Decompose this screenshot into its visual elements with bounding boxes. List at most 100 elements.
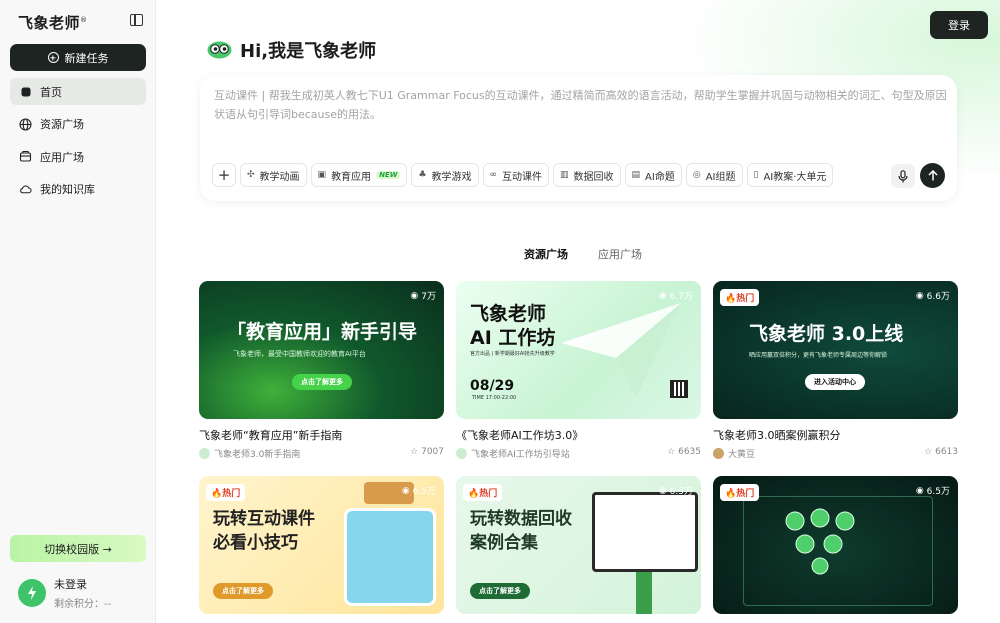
tool-teaching-game[interactable]: ♣ 教学游戏 bbox=[411, 163, 479, 187]
tool-label: 教学动画 bbox=[259, 171, 300, 183]
tool-label: 教育应用 bbox=[331, 171, 372, 183]
view-count: ◉ 6.5万 bbox=[658, 485, 693, 498]
star-icon[interactable]: ☆ bbox=[410, 447, 418, 457]
eye-icon: ◉ bbox=[658, 290, 667, 301]
tool-ai-compose[interactable]: ◎ AI组题 bbox=[685, 163, 743, 187]
sidebar-item-apps[interactable]: 应用广场 bbox=[10, 143, 146, 170]
animation-icon: ✣ bbox=[247, 170, 255, 180]
greeting: Hi,我是飞象老师 bbox=[207, 37, 376, 63]
resource-card[interactable]: 🔥热门 ◉ 6.5万 玩转互动课件 必看小技巧 点击了解更多 bbox=[199, 476, 444, 614]
view-count: ◉ 6.5万 bbox=[401, 485, 436, 498]
chart-icon: ▥ bbox=[560, 170, 569, 180]
switch-campus-button[interactable]: 切换校园版 → bbox=[10, 535, 146, 562]
sidebar-collapse-icon[interactable] bbox=[130, 14, 143, 26]
card-thumbnail: 🔥热门 ◉ 6.5万 玩转数据回收 案例合集 点击了解更多 bbox=[456, 476, 701, 614]
card-thumbnail: ◉ 7万 「教育应用」新手引导 飞象老师，最受中国教师欢迎的教育AI平台 点击了解… bbox=[199, 281, 444, 419]
thumb-illustration bbox=[592, 492, 698, 572]
tool-teaching-animation[interactable]: ✣ 教学动画 bbox=[240, 163, 307, 187]
prompt-box[interactable]: 互动课件 | 帮我生成初英人教七下U1 Grammar Focus的互动课件，通… bbox=[200, 75, 957, 201]
hot-badge: 🔥热门 bbox=[720, 289, 760, 306]
mascot-icon bbox=[207, 39, 232, 62]
hot-badge: 🔥热门 bbox=[206, 484, 246, 501]
star-icon[interactable]: ☆ bbox=[667, 447, 675, 457]
thumb-title: 飞象老师 bbox=[470, 303, 547, 325]
eye-icon: ◉ bbox=[915, 485, 924, 496]
card-meta: 大黄豆 ☆ 6613 bbox=[713, 447, 958, 460]
sidebar-item-home[interactable]: 首页 bbox=[10, 78, 146, 105]
star-icon[interactable]: ☆ bbox=[924, 447, 932, 457]
card-thumbnail: 🔥热门 ◉ 6.6万 飞象老师 3.0上线 晒应用赢双倍积分，更有飞象老师专属周边… bbox=[713, 281, 958, 419]
sidebar-nav: 首页 资源广场 应用广场 我的知识库 bbox=[10, 78, 146, 208]
thumb-title-2: AI 工作坊 bbox=[470, 327, 556, 349]
resource-card[interactable]: ◉ 6.7万 飞象老师 AI 工作坊 官方出品 | 新学期最好AI抢先升级教学 0… bbox=[456, 281, 701, 460]
prompt-input[interactable]: 互动课件 | 帮我生成初英人教七下U1 Grammar Focus的互动课件，通… bbox=[214, 86, 954, 124]
card-title: 飞象老师“教育应用”新手指南 bbox=[199, 429, 343, 442]
star-count: 6635 bbox=[678, 447, 701, 457]
view-count: ◉ 6.6万 bbox=[915, 290, 950, 303]
send-button[interactable] bbox=[920, 163, 945, 188]
qr-code-icon bbox=[670, 380, 688, 398]
card-author: 飞象老师AI工作坊引导站 bbox=[471, 450, 570, 460]
add-attachment-button[interactable]: + bbox=[212, 163, 236, 187]
tool-bar: + ✣ 教学动画 ▣ 教育应用 NEW ♣ 教学游戏 ∞ 互动课件 ▥ 数据回收 bbox=[212, 163, 834, 187]
eye-icon: ◉ bbox=[915, 290, 924, 301]
view-count: ◉ 6.7万 bbox=[658, 290, 693, 303]
paper-plane-icon bbox=[561, 303, 681, 398]
tool-ai-question[interactable]: ▤ AI命题 bbox=[624, 163, 682, 187]
compose-icon: ◎ bbox=[692, 170, 701, 180]
cloud-icon bbox=[19, 183, 32, 196]
new-task-button[interactable]: 新建任务 bbox=[10, 44, 146, 71]
author-avatar bbox=[199, 448, 210, 459]
card-thumbnail: ◉ 6.7万 飞象老师 AI 工作坊 官方出品 | 新学期最好AI抢先升级教学 0… bbox=[456, 281, 701, 419]
tool-data-collection[interactable]: ▥ 数据回收 bbox=[553, 163, 621, 187]
login-button[interactable]: 登录 bbox=[930, 11, 988, 39]
tab-apps[interactable]: 应用广场 bbox=[598, 246, 642, 262]
hot-badge: 🔥热门 bbox=[463, 484, 503, 501]
game-icon: ♣ bbox=[418, 170, 427, 180]
card-meta: 飞象老师AI工作坊引导站 ☆ 6635 bbox=[456, 447, 701, 460]
thumb-illustration bbox=[344, 508, 436, 606]
resource-card[interactable]: 🔥热门 ◉ 6.5万 bbox=[713, 476, 958, 614]
thumb-subtitle: 晒应用赢双倍积分，更有飞象老师专属周边等你解锁 bbox=[749, 352, 888, 359]
arrow-up-icon bbox=[927, 170, 938, 181]
tool-ai-lesson-plan[interactable]: ▯ AI教案·大单元 bbox=[746, 163, 834, 187]
globe-icon bbox=[19, 117, 32, 131]
main-content: 登录 Hi,我是飞象老师 互动课件 | 帮我生成初英人教七下U1 Grammar… bbox=[157, 0, 1000, 623]
sidebar-item-knowledge[interactable]: 我的知识库 bbox=[10, 176, 146, 203]
resource-card[interactable]: 🔥热门 ◉ 6.6万 飞象老师 3.0上线 晒应用赢双倍积分，更有飞象老师专属周边… bbox=[713, 281, 958, 460]
resource-card[interactable]: ◉ 7万 「教育应用」新手引导 飞象老师，最受中国教师欢迎的教育AI平台 点击了解… bbox=[199, 281, 444, 460]
brand-registered-mark: ® bbox=[80, 16, 88, 24]
thumb-time: TIME 17:00-22:00 bbox=[472, 395, 517, 401]
card-author: 飞象老师3.0新手指南 bbox=[214, 450, 301, 460]
fire-icon: 🔥 bbox=[468, 489, 480, 499]
thumb-button: 进入活动中心 bbox=[805, 374, 865, 390]
thumb-subtitle: 官方出品 | 新学期最好AI抢先升级教学 bbox=[470, 351, 555, 357]
tab-resources[interactable]: 资源广场 bbox=[524, 246, 568, 262]
thumb-button: 点击了解更多 bbox=[213, 583, 273, 599]
thumb-button: 点击了解更多 bbox=[292, 374, 352, 390]
view-count: ◉ 7万 bbox=[410, 290, 436, 303]
brand-logo[interactable]: 飞象老师® bbox=[18, 12, 88, 33]
thumb-title: 玩转互动课件 bbox=[213, 509, 315, 529]
fire-icon: 🔥 bbox=[725, 294, 737, 304]
thumb-button: 点击了解更多 bbox=[470, 583, 530, 599]
microphone-button[interactable] bbox=[891, 164, 915, 188]
eye-icon: ◉ bbox=[410, 290, 419, 301]
thumb-title-2: 必看小技巧 bbox=[213, 533, 298, 553]
plus-circle-icon bbox=[47, 52, 59, 63]
thumb-subtitle: 飞象老师，最受中国教师欢迎的教育AI平台 bbox=[233, 350, 366, 358]
card-thumbnail: 🔥热门 ◉ 6.5万 玩转互动课件 必看小技巧 点击了解更多 bbox=[199, 476, 444, 614]
user-profile[interactable]: 未登录 剩余积分：-- bbox=[18, 576, 111, 610]
card-title: 《飞象老师AI工作坊3.0》 bbox=[456, 429, 584, 442]
apps-icon: ▣ bbox=[317, 170, 327, 180]
sidebar-item-resources[interactable]: 资源广场 bbox=[10, 111, 146, 138]
new-task-label: 新建任务 bbox=[64, 51, 109, 65]
tool-interactive-courseware[interactable]: ∞ 互动课件 bbox=[482, 163, 550, 187]
resource-card[interactable]: 🔥热门 ◉ 6.5万 玩转数据回收 案例合集 点击了解更多 bbox=[456, 476, 701, 614]
card-title: 飞象老师3.0晒案例赢积分 bbox=[713, 429, 841, 442]
tool-education-apps[interactable]: ▣ 教育应用 NEW bbox=[310, 163, 408, 187]
author-avatar bbox=[713, 448, 724, 459]
home-icon bbox=[19, 85, 32, 98]
tool-label: 数据回收 bbox=[573, 171, 614, 183]
book-icon: ▯ bbox=[753, 170, 759, 180]
